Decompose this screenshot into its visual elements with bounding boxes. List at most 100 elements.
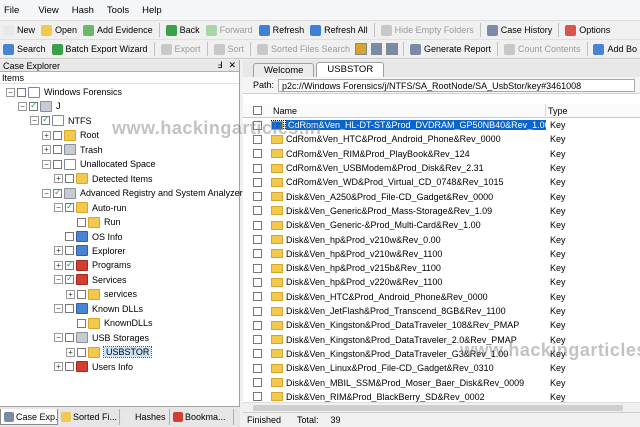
export-button[interactable]: Export: [158, 41, 204, 58]
tree-checkbox[interactable]: [65, 304, 74, 314]
collapse-icon[interactable]: −: [54, 333, 63, 343]
menu-file[interactable]: File: [0, 0, 26, 21]
tree-checkbox[interactable]: [29, 100, 38, 111]
tree-item-trash[interactable]: + Trash: [42, 143, 103, 157]
scrollbar-thumb[interactable]: [253, 405, 623, 411]
refresh-button[interactable]: Refresh: [256, 22, 308, 39]
tree-item-explorer[interactable]: + Explorer: [54, 244, 126, 258]
expand-icon[interactable]: +: [54, 246, 63, 256]
tree-checkbox[interactable]: [77, 318, 86, 328]
row-checkbox[interactable]: [252, 320, 262, 330]
row-checkbox[interactable]: [252, 192, 262, 202]
row-checkbox[interactable]: [252, 149, 262, 159]
tree-item-known-dlls[interactable]: − Known DLLs: [54, 302, 143, 316]
bottom-tab-hashes[interactable]: Hashes: [120, 409, 170, 425]
collapse-icon[interactable]: −: [30, 116, 39, 126]
bottom-tab-sorted-fi-[interactable]: Sorted Fi...: [58, 409, 120, 425]
table-row[interactable]: Disk&Ven_hp&Prod_v210w&Rev_0.00 Key: [243, 232, 640, 246]
tree-checkbox[interactable]: [65, 201, 74, 213]
tree-checkbox[interactable]: [53, 145, 62, 155]
refresh-all-button[interactable]: Refresh All: [307, 22, 371, 39]
table-row[interactable]: CdRom&Ven_WD&Prod_Virtual_CD_0748&Rev_10…: [243, 175, 640, 189]
options-button[interactable]: Options: [562, 22, 613, 39]
tab-welcome[interactable]: Welcome: [253, 63, 315, 77]
tree-checkbox[interactable]: [17, 87, 26, 97]
table-row[interactable]: Disk&Ven_hp&Prod_v210w&Rev_1100 Key: [243, 247, 640, 261]
bottom-tab-case-exp-[interactable]: Case Exp...: [0, 409, 58, 425]
back-button[interactable]: Back: [163, 22, 203, 39]
collapse-icon[interactable]: −: [54, 203, 63, 213]
tree-item-knowndlls[interactable]: KnownDLLs: [66, 316, 153, 330]
tree-checkbox[interactable]: [65, 273, 74, 285]
tree-checkbox[interactable]: [77, 217, 86, 227]
tree-item-unallocated-space[interactable]: − Unallocated Space: [42, 157, 156, 171]
pin-icon[interactable]: Ⅎ: [217, 60, 222, 71]
tree-item-services[interactable]: + services: [66, 287, 137, 301]
table-row[interactable]: CdRom&Ven_HL-DT-ST&Prod_DVDRAM_GP50NB40&…: [243, 118, 640, 133]
tree-checkbox[interactable]: [53, 159, 62, 169]
table-row[interactable]: Disk&Ven_A250&Prod_File-CD_Gadget&Rev_00…: [243, 190, 640, 204]
row-checkbox[interactable]: [252, 235, 262, 245]
expand-icon[interactable]: +: [54, 174, 63, 184]
table-row[interactable]: Disk&Ven_Linux&Prod_File-CD_Gadget&Rev_0…: [243, 361, 640, 375]
expand-icon[interactable]: +: [42, 145, 51, 155]
toolbar-tool-icon-3[interactable]: [386, 43, 398, 55]
table-row[interactable]: CdRom&Ven_RIM&Prod_PlayBook&Rev_124 Key: [243, 147, 640, 161]
collapse-icon[interactable]: −: [6, 87, 15, 97]
tree-checkbox[interactable]: [65, 246, 74, 256]
add-evidence-button[interactable]: Add Evidence: [80, 22, 156, 39]
table-row[interactable]: Disk&Ven_Generic&Prod_Mass-Storage&Rev_1…: [243, 204, 640, 218]
table-row[interactable]: Disk&Ven_Generic-&Prod_Multi-Card&Rev_1.…: [243, 218, 640, 232]
tree-item-root[interactable]: + Root: [42, 128, 99, 142]
table-row[interactable]: Disk&Ven_MBIL_SSM&Prod_Moser_Baer_Disk&R…: [243, 375, 640, 389]
tree-item-usb-storages[interactable]: − USB Storages: [54, 331, 149, 345]
generate-report-button[interactable]: Generate Report: [407, 41, 494, 58]
table-row[interactable]: CdRom&Ven_USBModem&Prod_Disk&Rev_2.31 Key: [243, 161, 640, 175]
tree-item-auto-run[interactable]: − Auto-run: [54, 201, 127, 215]
path-field[interactable]: p2c://Windows Forensics/j/NTFS/SA_RootNo…: [278, 78, 636, 92]
column-header-name[interactable]: Name: [271, 104, 546, 118]
collapse-icon[interactable]: −: [42, 159, 51, 169]
horizontal-scrollbar[interactable]: [243, 402, 640, 412]
case-history-button[interactable]: Case History: [484, 22, 556, 39]
batch-export-wizard-button[interactable]: Batch Export Wizard: [49, 41, 151, 58]
tree-item-services[interactable]: − Services: [54, 273, 127, 287]
new-button[interactable]: New: [0, 22, 38, 39]
expand-icon[interactable]: +: [42, 130, 51, 140]
tree-item-advanced-registry-and-system-analyzer[interactable]: − Advanced Registry and System Analyzer: [42, 186, 243, 200]
tree-checkbox[interactable]: [65, 333, 74, 343]
table-row[interactable]: Disk&Ven_Kingston&Prod_DataTraveler_108&…: [243, 318, 640, 332]
row-checkbox[interactable]: [252, 277, 262, 287]
menu-hash[interactable]: Hash: [66, 0, 101, 21]
table-row[interactable]: CdRom&Ven_HTC&Prod_Android_Phone&Rev_000…: [243, 132, 640, 146]
row-checkbox[interactable]: [252, 292, 262, 302]
expand-icon[interactable]: +: [66, 347, 75, 357]
menu-help[interactable]: Help: [136, 0, 169, 21]
row-checkbox[interactable]: [252, 363, 262, 373]
row-checkbox[interactable]: [252, 220, 262, 230]
row-checkbox[interactable]: [252, 206, 262, 216]
row-checkbox[interactable]: [252, 120, 262, 130]
table-row[interactable]: Disk&Ven_Kingston&Prod_DataTraveler_2.0&…: [243, 333, 640, 347]
tree-checkbox[interactable]: [53, 130, 62, 140]
collapse-icon[interactable]: −: [54, 275, 63, 285]
tree-item-users-info[interactable]: + Users Info: [54, 360, 133, 374]
tree-item-windows-forensics[interactable]: − Windows Forensics: [6, 85, 122, 99]
tree-item-programs[interactable]: + Programs: [54, 258, 131, 272]
row-checkbox[interactable]: [252, 392, 262, 402]
search-button[interactable]: Search: [0, 41, 49, 58]
collapse-icon[interactable]: −: [42, 188, 51, 198]
expand-icon[interactable]: +: [66, 289, 75, 299]
bottom-tab-bookma-[interactable]: Bookma...: [170, 409, 234, 425]
tree-item-detected-items[interactable]: + Detected Items: [54, 172, 153, 186]
table-row[interactable]: Disk&Ven_HTC&Prod_Android_Phone&Rev_0000…: [243, 290, 640, 304]
close-icon[interactable]: ✕: [228, 60, 236, 71]
row-checkbox[interactable]: [252, 177, 262, 187]
add-bo-button[interactable]: Add Bo: [590, 41, 640, 58]
menu-view[interactable]: View: [32, 0, 65, 21]
menu-tools[interactable]: Tools: [101, 0, 136, 21]
row-checkbox[interactable]: [252, 378, 262, 388]
forward-button[interactable]: Forward: [203, 22, 256, 39]
tree-checkbox[interactable]: [77, 347, 86, 357]
tree-item-usbstor[interactable]: + USBSTOR: [66, 345, 153, 359]
